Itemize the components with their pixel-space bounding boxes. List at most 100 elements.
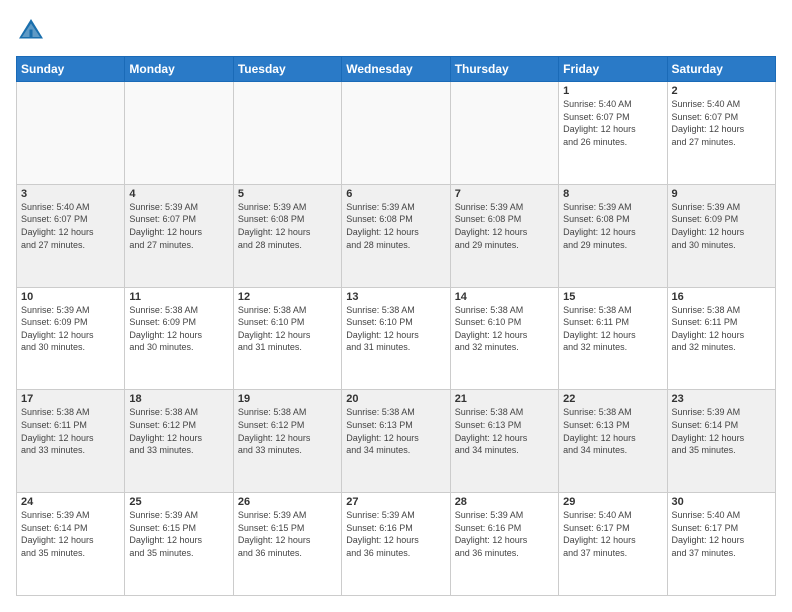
calendar-cell: 19Sunrise: 5:38 AM Sunset: 6:12 PM Dayli… [233, 390, 341, 493]
day-info: Sunrise: 5:40 AM Sunset: 6:07 PM Dayligh… [563, 98, 662, 148]
header [16, 16, 776, 46]
calendar-cell: 21Sunrise: 5:38 AM Sunset: 6:13 PM Dayli… [450, 390, 558, 493]
day-info: Sunrise: 5:38 AM Sunset: 6:11 PM Dayligh… [672, 304, 771, 354]
calendar-cell: 24Sunrise: 5:39 AM Sunset: 6:14 PM Dayli… [17, 493, 125, 596]
calendar-cell: 16Sunrise: 5:38 AM Sunset: 6:11 PM Dayli… [667, 287, 775, 390]
day-number: 9 [672, 188, 771, 200]
day-info: Sunrise: 5:39 AM Sunset: 6:08 PM Dayligh… [455, 201, 554, 251]
day-number: 13 [346, 291, 445, 303]
day-number: 26 [238, 496, 337, 508]
calendar-header-saturday: Saturday [667, 57, 775, 82]
day-info: Sunrise: 5:40 AM Sunset: 6:17 PM Dayligh… [672, 509, 771, 559]
day-number: 21 [455, 393, 554, 405]
calendar-cell [233, 82, 341, 185]
day-info: Sunrise: 5:38 AM Sunset: 6:10 PM Dayligh… [238, 304, 337, 354]
day-info: Sunrise: 5:39 AM Sunset: 6:16 PM Dayligh… [455, 509, 554, 559]
calendar-header-friday: Friday [559, 57, 667, 82]
calendar-cell: 18Sunrise: 5:38 AM Sunset: 6:12 PM Dayli… [125, 390, 233, 493]
calendar-week-0: 1Sunrise: 5:40 AM Sunset: 6:07 PM Daylig… [17, 82, 776, 185]
day-info: Sunrise: 5:38 AM Sunset: 6:10 PM Dayligh… [455, 304, 554, 354]
calendar-cell: 12Sunrise: 5:38 AM Sunset: 6:10 PM Dayli… [233, 287, 341, 390]
day-info: Sunrise: 5:38 AM Sunset: 6:13 PM Dayligh… [455, 406, 554, 456]
day-number: 17 [21, 393, 120, 405]
calendar-cell: 30Sunrise: 5:40 AM Sunset: 6:17 PM Dayli… [667, 493, 775, 596]
calendar-header-thursday: Thursday [450, 57, 558, 82]
day-info: Sunrise: 5:39 AM Sunset: 6:15 PM Dayligh… [129, 509, 228, 559]
day-info: Sunrise: 5:40 AM Sunset: 6:07 PM Dayligh… [21, 201, 120, 251]
calendar-week-3: 17Sunrise: 5:38 AM Sunset: 6:11 PM Dayli… [17, 390, 776, 493]
day-number: 15 [563, 291, 662, 303]
day-info: Sunrise: 5:39 AM Sunset: 6:09 PM Dayligh… [21, 304, 120, 354]
calendar-header-tuesday: Tuesday [233, 57, 341, 82]
calendar-cell: 4Sunrise: 5:39 AM Sunset: 6:07 PM Daylig… [125, 184, 233, 287]
day-number: 23 [672, 393, 771, 405]
day-info: Sunrise: 5:38 AM Sunset: 6:13 PM Dayligh… [346, 406, 445, 456]
calendar-cell: 14Sunrise: 5:38 AM Sunset: 6:10 PM Dayli… [450, 287, 558, 390]
day-number: 24 [21, 496, 120, 508]
calendar: SundayMondayTuesdayWednesdayThursdayFrid… [16, 56, 776, 596]
calendar-cell [342, 82, 450, 185]
calendar-cell: 25Sunrise: 5:39 AM Sunset: 6:15 PM Dayli… [125, 493, 233, 596]
calendar-cell: 5Sunrise: 5:39 AM Sunset: 6:08 PM Daylig… [233, 184, 341, 287]
calendar-cell: 29Sunrise: 5:40 AM Sunset: 6:17 PM Dayli… [559, 493, 667, 596]
day-number: 27 [346, 496, 445, 508]
calendar-cell: 3Sunrise: 5:40 AM Sunset: 6:07 PM Daylig… [17, 184, 125, 287]
day-info: Sunrise: 5:38 AM Sunset: 6:11 PM Dayligh… [21, 406, 120, 456]
calendar-week-4: 24Sunrise: 5:39 AM Sunset: 6:14 PM Dayli… [17, 493, 776, 596]
day-number: 30 [672, 496, 771, 508]
calendar-header-wednesday: Wednesday [342, 57, 450, 82]
calendar-cell: 9Sunrise: 5:39 AM Sunset: 6:09 PM Daylig… [667, 184, 775, 287]
day-info: Sunrise: 5:39 AM Sunset: 6:16 PM Dayligh… [346, 509, 445, 559]
day-info: Sunrise: 5:39 AM Sunset: 6:15 PM Dayligh… [238, 509, 337, 559]
day-number: 1 [563, 85, 662, 97]
calendar-cell: 15Sunrise: 5:38 AM Sunset: 6:11 PM Dayli… [559, 287, 667, 390]
calendar-header-sunday: Sunday [17, 57, 125, 82]
calendar-cell: 1Sunrise: 5:40 AM Sunset: 6:07 PM Daylig… [559, 82, 667, 185]
day-number: 5 [238, 188, 337, 200]
day-info: Sunrise: 5:38 AM Sunset: 6:11 PM Dayligh… [563, 304, 662, 354]
day-info: Sunrise: 5:39 AM Sunset: 6:08 PM Dayligh… [563, 201, 662, 251]
calendar-cell: 27Sunrise: 5:39 AM Sunset: 6:16 PM Dayli… [342, 493, 450, 596]
calendar-week-1: 3Sunrise: 5:40 AM Sunset: 6:07 PM Daylig… [17, 184, 776, 287]
logo-icon [16, 16, 46, 46]
calendar-cell: 26Sunrise: 5:39 AM Sunset: 6:15 PM Dayli… [233, 493, 341, 596]
day-number: 12 [238, 291, 337, 303]
day-info: Sunrise: 5:39 AM Sunset: 6:14 PM Dayligh… [21, 509, 120, 559]
day-info: Sunrise: 5:38 AM Sunset: 6:09 PM Dayligh… [129, 304, 228, 354]
day-number: 7 [455, 188, 554, 200]
calendar-cell: 10Sunrise: 5:39 AM Sunset: 6:09 PM Dayli… [17, 287, 125, 390]
day-info: Sunrise: 5:39 AM Sunset: 6:09 PM Dayligh… [672, 201, 771, 251]
calendar-cell [450, 82, 558, 185]
day-info: Sunrise: 5:39 AM Sunset: 6:08 PM Dayligh… [238, 201, 337, 251]
calendar-cell [17, 82, 125, 185]
calendar-header-monday: Monday [125, 57, 233, 82]
calendar-cell: 20Sunrise: 5:38 AM Sunset: 6:13 PM Dayli… [342, 390, 450, 493]
day-info: Sunrise: 5:40 AM Sunset: 6:17 PM Dayligh… [563, 509, 662, 559]
page: SundayMondayTuesdayWednesdayThursdayFrid… [0, 0, 792, 612]
calendar-cell: 28Sunrise: 5:39 AM Sunset: 6:16 PM Dayli… [450, 493, 558, 596]
calendar-header-row: SundayMondayTuesdayWednesdayThursdayFrid… [17, 57, 776, 82]
logo [16, 16, 48, 46]
calendar-cell: 11Sunrise: 5:38 AM Sunset: 6:09 PM Dayli… [125, 287, 233, 390]
day-info: Sunrise: 5:38 AM Sunset: 6:12 PM Dayligh… [129, 406, 228, 456]
day-info: Sunrise: 5:38 AM Sunset: 6:13 PM Dayligh… [563, 406, 662, 456]
calendar-cell: 23Sunrise: 5:39 AM Sunset: 6:14 PM Dayli… [667, 390, 775, 493]
day-number: 6 [346, 188, 445, 200]
day-number: 19 [238, 393, 337, 405]
day-number: 8 [563, 188, 662, 200]
day-info: Sunrise: 5:39 AM Sunset: 6:07 PM Dayligh… [129, 201, 228, 251]
calendar-cell: 13Sunrise: 5:38 AM Sunset: 6:10 PM Dayli… [342, 287, 450, 390]
day-number: 22 [563, 393, 662, 405]
day-number: 4 [129, 188, 228, 200]
day-number: 28 [455, 496, 554, 508]
day-number: 18 [129, 393, 228, 405]
calendar-cell: 8Sunrise: 5:39 AM Sunset: 6:08 PM Daylig… [559, 184, 667, 287]
calendar-cell: 6Sunrise: 5:39 AM Sunset: 6:08 PM Daylig… [342, 184, 450, 287]
calendar-cell: 22Sunrise: 5:38 AM Sunset: 6:13 PM Dayli… [559, 390, 667, 493]
day-number: 29 [563, 496, 662, 508]
day-number: 14 [455, 291, 554, 303]
day-number: 16 [672, 291, 771, 303]
calendar-cell [125, 82, 233, 185]
day-info: Sunrise: 5:40 AM Sunset: 6:07 PM Dayligh… [672, 98, 771, 148]
day-number: 3 [21, 188, 120, 200]
